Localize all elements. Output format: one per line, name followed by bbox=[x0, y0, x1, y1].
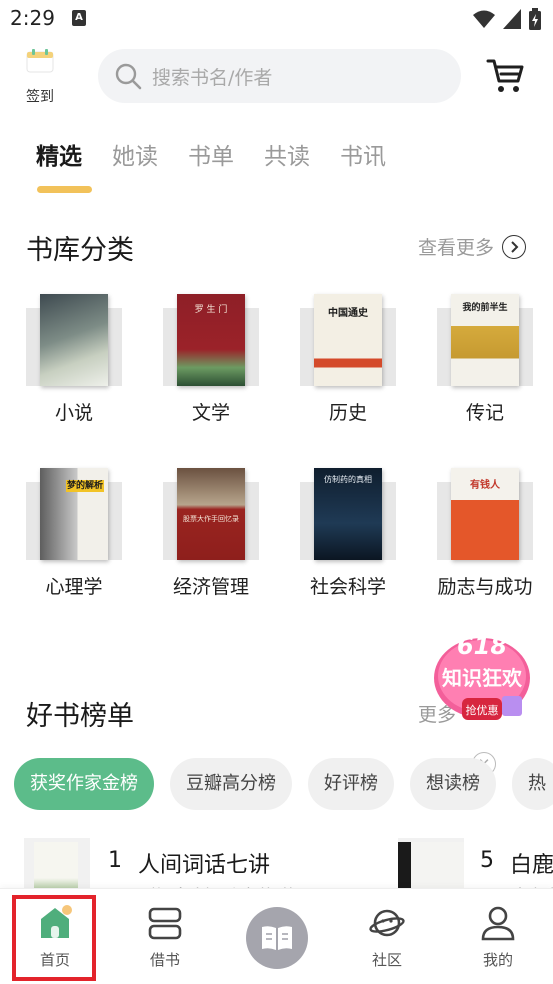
tab-she-reads[interactable]: 她读 bbox=[112, 140, 158, 174]
wifi-icon bbox=[473, 10, 495, 28]
category-label: 传记 bbox=[465, 402, 504, 424]
chevron-right-icon bbox=[502, 234, 527, 259]
planet-icon bbox=[369, 905, 405, 941]
category-biography[interactable]: 我的前半生 传记 bbox=[425, 294, 545, 444]
book-rank: 5 bbox=[480, 848, 494, 873]
cover-text: 股票大作手回忆录 bbox=[183, 515, 239, 523]
category-label: 小说 bbox=[54, 402, 93, 424]
chip-douban-top[interactable]: 豆瓣高分榜 bbox=[170, 758, 292, 810]
category-economics[interactable]: 股票大作手回忆录 经济管理 bbox=[151, 468, 271, 618]
search-input[interactable]: 搜索书名/作者 bbox=[98, 49, 461, 103]
nav-profile-label: 我的 bbox=[482, 951, 513, 969]
category-label: 心理学 bbox=[45, 576, 103, 598]
highlight-box bbox=[12, 895, 96, 981]
category-social-science-cover: 仿制药的真相 bbox=[300, 468, 396, 560]
category-self-help-cover: 有钱人 bbox=[437, 468, 533, 560]
nav-community[interactable]: 社区 bbox=[332, 889, 442, 984]
category-biography-cover: 我的前半生 bbox=[437, 294, 533, 386]
nav-community-label: 社区 bbox=[371, 951, 402, 969]
status-bar: 2:29 A bbox=[0, 0, 553, 38]
chip-want-to-read[interactable]: 想读榜 bbox=[410, 758, 496, 810]
system-icons bbox=[473, 8, 541, 30]
category-social-science[interactable]: 仿制药的真相 社会科学 bbox=[288, 468, 408, 618]
category-economics-cover: 股票大作手回忆录 bbox=[163, 468, 259, 560]
library-section-title: 书库分类 bbox=[26, 235, 134, 266]
cart-button[interactable] bbox=[486, 58, 524, 94]
borrow-icon bbox=[147, 905, 183, 941]
active-tab-indicator bbox=[37, 186, 92, 193]
category-history[interactable]: 中国通史 历史 bbox=[288, 294, 408, 444]
reading-button[interactable] bbox=[246, 907, 308, 969]
list-item[interactable]: 1 人间词话七讲 （加拿大）叶嘉莹 著 bbox=[24, 838, 364, 907]
cover-text: 有钱人 bbox=[470, 480, 500, 491]
category-fiction-cover bbox=[26, 294, 122, 386]
battery-icon bbox=[529, 8, 541, 30]
tab-booklists[interactable]: 书单 bbox=[188, 140, 234, 174]
category-label: 社会科学 bbox=[309, 576, 386, 598]
book-title: 白鹿 bbox=[510, 853, 553, 878]
library-more-button[interactable]: 查看更多 bbox=[418, 233, 527, 260]
category-label: 经济管理 bbox=[172, 576, 249, 598]
user-icon bbox=[480, 905, 516, 941]
book-title: 人间词话七讲 bbox=[138, 853, 271, 878]
category-psychology[interactable]: 梦的解析 心理学 bbox=[14, 468, 134, 618]
tab-read-together[interactable]: 共读 bbox=[264, 140, 310, 174]
top-tabs: 精选 她读 书单 共读 书讯 bbox=[36, 140, 416, 174]
library-more-label: 查看更多 bbox=[418, 237, 495, 259]
category-history-cover: 中国通史 bbox=[300, 294, 396, 386]
promo-line1: 618 bbox=[456, 632, 508, 660]
cover-text: 仿制药的真相 bbox=[324, 475, 372, 484]
cart-icon bbox=[486, 59, 524, 92]
promo-line3: 抢优惠 bbox=[465, 704, 499, 717]
category-label: 文学 bbox=[191, 402, 230, 424]
tab-featured[interactable]: 精选 bbox=[36, 140, 82, 174]
calendar-icon bbox=[26, 48, 54, 74]
category-psychology-cover: 梦的解析 bbox=[26, 468, 122, 560]
cover-text: 中国通史 bbox=[328, 308, 368, 319]
search-icon bbox=[115, 63, 142, 90]
checkin-button[interactable]: 签到 bbox=[18, 48, 62, 108]
nav-borrow[interactable]: 借书 bbox=[110, 889, 220, 984]
ranking-filter-chips: 获奖作家金榜 豆瓣高分榜 好评榜 想读榜 热 bbox=[14, 758, 553, 810]
cover-text: 我的前半生 bbox=[462, 303, 508, 313]
checkin-label: 签到 bbox=[26, 89, 54, 105]
search-placeholder: 搜索书名/作者 bbox=[152, 66, 273, 89]
tab-book-news[interactable]: 书讯 bbox=[340, 140, 386, 174]
rankings-section-title: 好书榜单 bbox=[26, 701, 134, 732]
book-cover bbox=[398, 838, 464, 894]
cover-text: 罗 生 门 bbox=[194, 305, 228, 315]
nav-profile[interactable]: 我的 bbox=[443, 889, 553, 984]
chip-top-rated[interactable]: 好评榜 bbox=[308, 758, 394, 810]
cover-text: 梦的解析 bbox=[65, 480, 104, 492]
category-literature[interactable]: 罗 生 门 文学 bbox=[151, 294, 271, 444]
status-time: 2:29 bbox=[10, 6, 55, 30]
category-fiction[interactable]: 小说 bbox=[14, 294, 134, 444]
category-label: 励志与成功 bbox=[437, 576, 533, 598]
list-item[interactable]: 5 白鹿 陈忠实 bbox=[398, 838, 553, 907]
book-cover bbox=[24, 838, 90, 894]
signal-icon bbox=[503, 9, 521, 29]
promo-line2: 知识狂欢 bbox=[442, 666, 522, 690]
open-book-icon bbox=[262, 926, 292, 950]
category-label: 历史 bbox=[328, 402, 367, 424]
book-rank: 1 bbox=[108, 848, 122, 873]
promo-badge[interactable]: 618 知识狂欢 抢优惠 bbox=[432, 628, 532, 728]
nav-borrow-label: 借书 bbox=[149, 951, 180, 969]
sim-icon: A bbox=[72, 10, 86, 26]
chip-hot[interactable]: 热 bbox=[512, 758, 553, 810]
chip-award-winners[interactable]: 获奖作家金榜 bbox=[14, 758, 154, 810]
category-self-help[interactable]: 有钱人 励志与成功 bbox=[425, 468, 545, 618]
category-literature-cover: 罗 生 门 bbox=[163, 294, 259, 386]
